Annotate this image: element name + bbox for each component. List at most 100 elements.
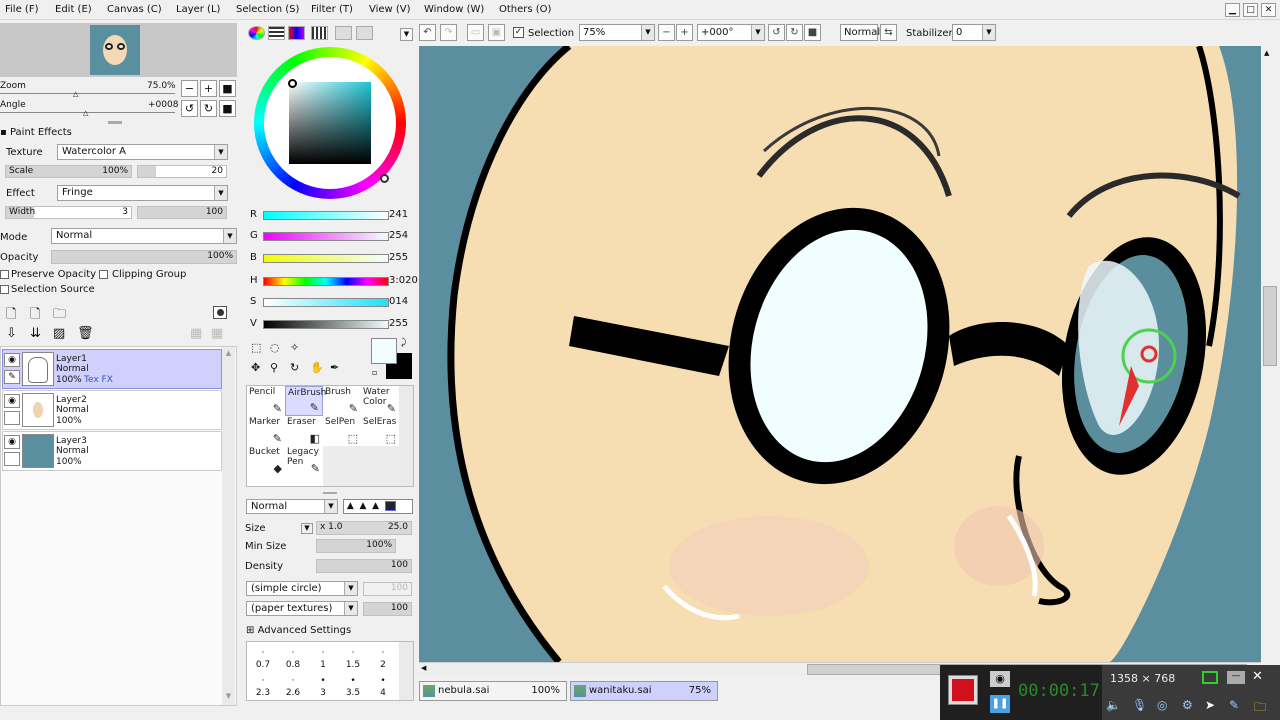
scale-number-slider[interactable]: 20 bbox=[137, 165, 227, 178]
eye-icon[interactable]: ◉ bbox=[4, 435, 20, 449]
zoom-slider[interactable] bbox=[0, 93, 175, 94]
zoom-out-icon[interactable]: − bbox=[181, 80, 198, 97]
transfer-down-icon[interactable]: ⇩ bbox=[6, 326, 17, 341]
tool-seleras[interactable]: SelEras ⬚ bbox=[361, 416, 399, 446]
eye-icon[interactable]: ◉ bbox=[4, 394, 20, 408]
doc-tab-nebula[interactable]: nebula.sai 100% bbox=[419, 681, 567, 701]
scale-slider[interactable]: Scale 100% bbox=[5, 165, 132, 178]
pause-button[interactable]: ❚❚ bbox=[990, 695, 1010, 713]
min-size-slider[interactable]: 100% bbox=[316, 539, 396, 553]
brush-texture-slider[interactable]: 100 bbox=[363, 602, 412, 616]
menu-view[interactable]: View (V) bbox=[369, 4, 411, 15]
undo-icon[interactable]: ↶ bbox=[419, 24, 436, 41]
lasso-icon[interactable]: ◌ bbox=[270, 341, 280, 354]
record-button[interactable] bbox=[948, 675, 978, 705]
size-presets-scrollbar[interactable] bbox=[399, 642, 413, 700]
navigator-preview[interactable] bbox=[0, 23, 237, 77]
camera-icon[interactable]: ◉ bbox=[990, 671, 1010, 687]
clipping-group-checkbox[interactable] bbox=[99, 270, 108, 279]
hue-ring[interactable] bbox=[254, 47, 406, 199]
region-icon[interactable] bbox=[1202, 671, 1218, 684]
advanced-settings-toggle[interactable]: ⊞ Advanced Settings bbox=[246, 625, 351, 636]
size-preset[interactable]: 0.8 bbox=[283, 660, 303, 670]
size-preset[interactable]: 2.3 bbox=[253, 688, 273, 698]
scratchpad-tab-icon[interactable] bbox=[335, 26, 352, 40]
pen-icon[interactable]: ✎ bbox=[1229, 698, 1239, 712]
tool-brush[interactable]: Brush ✎ bbox=[323, 386, 361, 416]
flip-icon[interactable]: ⇆ bbox=[880, 24, 897, 41]
swatches-tab-icon[interactable] bbox=[356, 26, 373, 40]
zoom-in-icon[interactable]: + bbox=[200, 80, 217, 97]
transparent-color-icon[interactable]: ▫ bbox=[372, 368, 377, 377]
scroll-left-icon[interactable]: ◀ bbox=[421, 664, 426, 672]
rotate-reset-icon[interactable]: ■ bbox=[219, 100, 236, 117]
density-slider[interactable]: 100 bbox=[316, 559, 412, 573]
layer-row-layer1[interactable]: ◉ ✎ Layer1 Normal 100% Tex FX bbox=[2, 349, 222, 389]
width-slider[interactable]: Width 3 bbox=[5, 206, 132, 219]
rgb-sliders-tab-icon[interactable] bbox=[268, 26, 285, 40]
opacity-slider[interactable]: 100% bbox=[51, 250, 237, 264]
swap-colors-icon[interactable]: ⤸ bbox=[401, 338, 406, 348]
primary-color-swatch[interactable] bbox=[371, 338, 397, 364]
zoom-in-icon[interactable]: + bbox=[676, 24, 693, 41]
tool-bucket[interactable]: Bucket ◆ bbox=[247, 446, 285, 476]
eyedropper-icon[interactable]: ✒ bbox=[330, 361, 339, 374]
menu-edit[interactable]: Edit (E) bbox=[55, 4, 92, 15]
r-slider[interactable] bbox=[263, 211, 389, 220]
selection-source-checkbox[interactable] bbox=[0, 285, 9, 294]
size-preset[interactable]: 4 bbox=[373, 688, 393, 698]
menu-canvas[interactable]: Canvas (C) bbox=[107, 4, 162, 15]
size-preset[interactable]: 3 bbox=[313, 688, 333, 698]
angle-select[interactable]: +000° ▼ bbox=[697, 24, 765, 41]
v-slider[interactable] bbox=[263, 320, 389, 329]
menu-file[interactable]: File (F) bbox=[5, 4, 38, 15]
preserve-opacity-checkbox[interactable] bbox=[0, 270, 9, 279]
color-wheel-tab-icon[interactable] bbox=[248, 26, 265, 40]
size-preset[interactable]: 1.5 bbox=[343, 660, 363, 670]
zoom-select[interactable]: 75% ▼ bbox=[579, 24, 655, 41]
vertical-scrollbar[interactable]: ▲ bbox=[1261, 46, 1280, 662]
selection-checkbox[interactable]: ✓ bbox=[513, 27, 524, 38]
texture-select[interactable]: Watercolor A ▼ bbox=[57, 144, 228, 160]
clear-layer-icon[interactable]: ▨ bbox=[53, 326, 65, 341]
tool-legacy-pen[interactable]: Legacy Pen ✎ bbox=[285, 446, 323, 476]
panel-splitter[interactable] bbox=[108, 121, 122, 124]
settings-icon[interactable]: ⚙ bbox=[1182, 698, 1193, 712]
layer-row-layer2[interactable]: ◉ Layer2 Normal 100% bbox=[2, 390, 222, 430]
new-folder-icon[interactable]: 🗀 bbox=[53, 305, 66, 327]
rotate-left-icon[interactable]: ↺ bbox=[768, 24, 785, 41]
doc-tab-wanitaku[interactable]: wanitaku.sai 75% bbox=[570, 681, 718, 701]
menu-selection[interactable]: Selection (S) bbox=[236, 4, 299, 15]
rect-select-icon[interactable]: ⬚ bbox=[251, 341, 261, 354]
width-number-slider[interactable]: 100 bbox=[137, 206, 227, 219]
effect-select[interactable]: Fringe ▼ bbox=[57, 185, 228, 201]
zoom-tool-icon[interactable]: ⚲ bbox=[270, 361, 278, 374]
brush-lock-icon[interactable]: ✎ bbox=[4, 370, 20, 384]
reset-rotation-icon[interactable]: ■ bbox=[804, 24, 821, 41]
zoom-out-icon[interactable]: − bbox=[658, 24, 675, 41]
menu-others[interactable]: Others (O) bbox=[499, 4, 551, 15]
invert-selection-icon[interactable]: ▣ bbox=[488, 24, 505, 41]
color-palette-tab-icon[interactable] bbox=[311, 26, 328, 40]
layer-row-layer3[interactable]: ◉ Layer3 Normal 100% bbox=[2, 431, 222, 471]
brush-blend-select[interactable]: Normal ▼ bbox=[246, 499, 338, 514]
new-linework-layer-icon[interactable]: 🗋 bbox=[30, 305, 40, 327]
sv-picker-handle[interactable] bbox=[288, 79, 297, 88]
scroll-up-icon[interactable]: ▲ bbox=[1264, 49, 1269, 57]
tool-airbrush[interactable]: AirBrush ✎ bbox=[285, 386, 326, 416]
redo-icon[interactable]: ↷ bbox=[440, 24, 457, 41]
menu-window[interactable]: Window (W) bbox=[424, 4, 484, 15]
tool-marker[interactable]: Marker ✎ bbox=[247, 416, 285, 446]
size-slider[interactable]: x 1.0 25.0 bbox=[316, 521, 412, 535]
saturation-value-square[interactable] bbox=[289, 82, 371, 164]
hue-picker-handle[interactable] bbox=[380, 174, 389, 183]
size-dropdown-icon[interactable]: ▼ bbox=[301, 523, 313, 534]
close-button[interactable]: ✕ bbox=[1261, 3, 1276, 17]
tool-selpen[interactable]: SelPen ⬚ bbox=[323, 416, 361, 446]
zoom-reset-icon[interactable]: ■ bbox=[219, 80, 236, 97]
new-layer-icon[interactable]: 🗋 bbox=[6, 305, 16, 327]
rotate-left-icon[interactable]: ↺ bbox=[181, 100, 198, 117]
brush-texture-select[interactable]: (paper textures) ▼ bbox=[246, 601, 358, 616]
size-preset[interactable]: 2 bbox=[373, 660, 393, 670]
microphone-icon[interactable]: 🎙 bbox=[1132, 698, 1147, 712]
